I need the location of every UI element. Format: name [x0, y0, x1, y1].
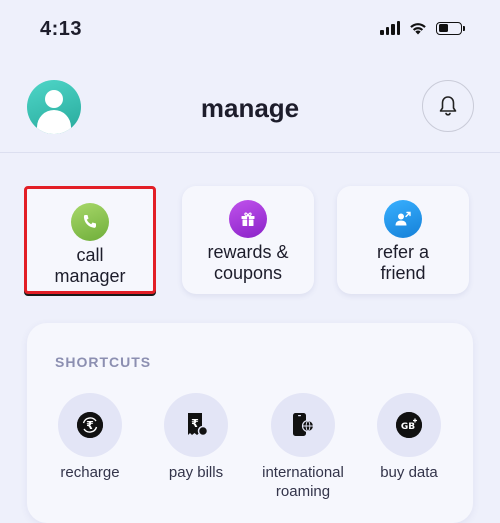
svg-text:₹: ₹ — [191, 417, 199, 430]
refer-user-icon — [384, 200, 422, 238]
bill-receipt-icon: ₹ — [183, 412, 209, 438]
card-label-line2: friend — [380, 263, 426, 283]
rupee-refresh-icon: ₹ — [77, 412, 103, 438]
header: manage — [0, 60, 500, 153]
shortcut-pay-bills[interactable]: ₹ pay bills — [143, 393, 249, 482]
status-icons — [380, 21, 465, 35]
card-label-line2: coupons — [213, 263, 283, 283]
shortcut-label-line1: international — [262, 464, 344, 481]
bell-icon — [439, 96, 457, 116]
shortcut-label: recharge — [60, 464, 120, 481]
call-manager-card[interactable]: call manager — [24, 186, 156, 294]
shortcut-label: buy data — [380, 464, 438, 481]
card-label-line2: manager — [54, 266, 126, 286]
shortcut-international-roaming[interactable]: international roaming — [250, 393, 356, 501]
shortcuts-title: SHORTCUTS — [55, 354, 152, 370]
gift-icon — [229, 200, 267, 238]
shortcut-label-line2: roaming — [275, 483, 331, 500]
shortcut-label: pay bills — [168, 464, 224, 481]
rewards-coupons-card[interactable]: rewards & coupons — [182, 186, 314, 294]
phone-icon — [71, 203, 109, 241]
shortcut-recharge[interactable]: ₹ recharge — [37, 393, 143, 482]
notifications-button[interactable] — [422, 80, 474, 132]
svg-text:GB: GB — [401, 422, 415, 432]
phone-globe-icon — [290, 412, 316, 438]
card-label-line1: rewards & — [207, 242, 289, 262]
shortcut-buy-data[interactable]: GB buy data — [356, 393, 462, 482]
gb-plus-icon: GB — [396, 412, 422, 438]
status-time: 4:13 — [40, 18, 83, 40]
card-label-line1: refer a — [376, 242, 430, 262]
wifi-icon — [410, 23, 426, 35]
battery-icon — [436, 21, 465, 35]
svg-text:₹: ₹ — [86, 419, 94, 432]
shortcuts-panel: SHORTCUTS ₹ recharge ₹ pay bills interna… — [27, 323, 473, 523]
refer-friend-card[interactable]: refer a friend — [337, 186, 469, 294]
status-bar: 4:13 — [0, 0, 500, 60]
cellular-signal-icon — [380, 21, 400, 35]
card-label-line1: call — [76, 245, 104, 265]
